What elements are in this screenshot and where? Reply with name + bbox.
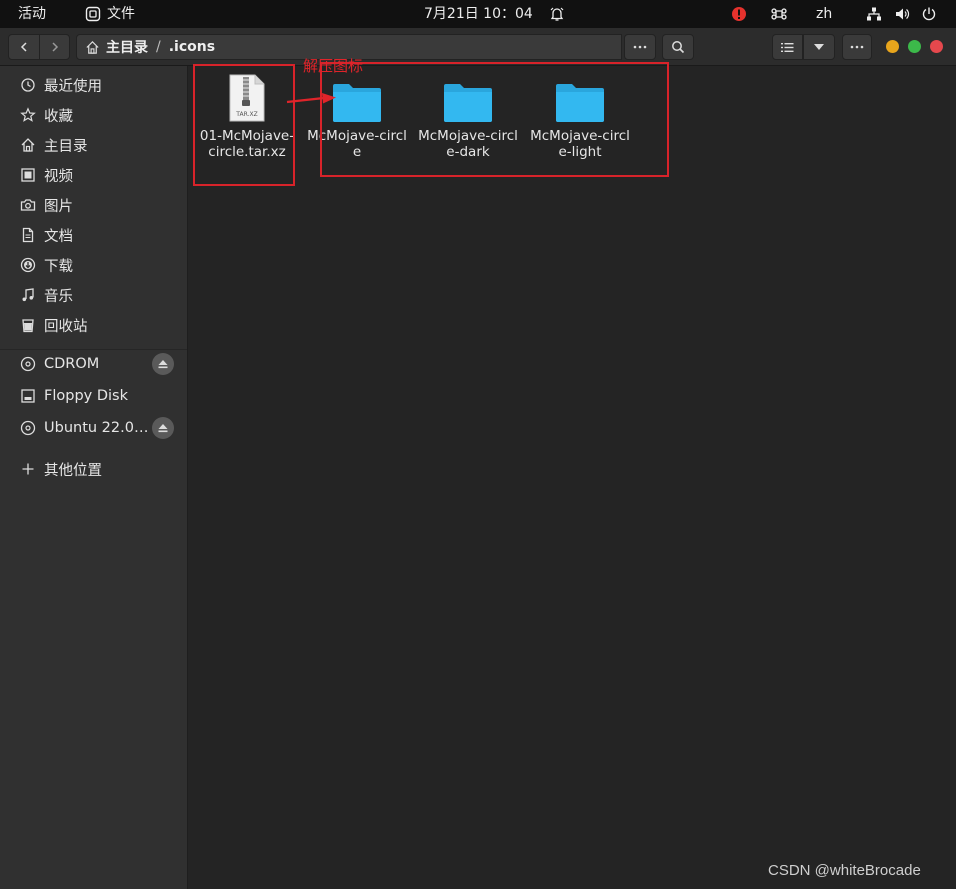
sidebar-item-label: 视频 (44, 168, 73, 185)
maximize-button[interactable] (908, 40, 921, 53)
annotation-box-folders (320, 62, 669, 177)
sidebar-item-videos[interactable]: 视频 (0, 160, 187, 190)
file-view: TAR.XZ 01-McMojave-circle.tar.xz McMojav… (188, 66, 956, 889)
sidebar-item-label: 文档 (44, 228, 73, 245)
alarm-icon[interactable] (548, 4, 566, 24)
chevron-right-icon (51, 42, 58, 52)
disc-icon (20, 420, 36, 436)
path-separator: / (156, 39, 161, 55)
sidebar-item-label: 回收站 (44, 318, 88, 335)
path-menu-button[interactable] (624, 34, 656, 60)
sidebar-item-label: 其他位置 (44, 462, 102, 479)
path-segment-home[interactable]: 主目录 (106, 37, 148, 57)
sidebar: 最近使用 收藏 主目录 视频 图片 文档 下载 音乐 回收站 CDROM Flo… (0, 66, 188, 889)
eject-icon (158, 424, 168, 433)
sidebar-item-label: Floppy Disk (44, 388, 128, 404)
view-options-button[interactable] (803, 34, 835, 60)
sidebar-item-label: CDROM (44, 356, 100, 372)
home-icon (20, 137, 36, 153)
input-method-indicator[interactable]: zh (816, 0, 832, 28)
header-bar: 主目录 / .icons (0, 28, 956, 66)
plus-icon (20, 461, 36, 477)
clock-icon (20, 77, 36, 93)
disc-icon (20, 356, 36, 372)
clock[interactable]: 7月21日 10：04 (424, 0, 533, 28)
close-button[interactable] (930, 40, 943, 53)
power-icon[interactable] (920, 4, 938, 24)
drive-icon (20, 388, 36, 404)
sidebar-item-label: 最近使用 (44, 78, 102, 95)
caret-down-icon (814, 44, 824, 50)
back-button[interactable] (8, 34, 40, 60)
eject-icon (158, 360, 168, 369)
home-icon (86, 40, 99, 54)
annotation-arrow-icon (286, 93, 336, 104)
forward-button[interactable] (39, 34, 70, 60)
sidebar-item-music[interactable]: 音乐 (0, 280, 187, 310)
sidebar-item-other-locations[interactable]: 其他位置 (0, 454, 187, 484)
sidebar-item-trash[interactable]: 回收站 (0, 310, 187, 340)
files-app-icon[interactable] (84, 4, 102, 24)
music-icon (20, 287, 36, 303)
sidebar-item-recent[interactable]: 最近使用 (0, 70, 187, 100)
annotation-label: 解压图标 (303, 57, 364, 75)
watermark: CSDN @whiteBrocade (768, 862, 921, 879)
sidebar-item-floppy[interactable]: Floppy Disk (0, 381, 187, 411)
sidebar-item-starred[interactable]: 收藏 (0, 100, 187, 130)
search-icon (672, 41, 685, 54)
video-icon (20, 167, 36, 183)
eject-button[interactable] (152, 417, 174, 439)
sidebar-item-label: 图片 (44, 198, 73, 215)
more-horizontal-icon (850, 45, 864, 49)
search-button[interactable] (662, 34, 694, 60)
error-icon[interactable] (730, 4, 748, 24)
sidebar-item-label: 收藏 (44, 108, 73, 125)
download-icon (20, 257, 36, 273)
path-segment-current[interactable]: .icons (169, 39, 215, 55)
list-icon (781, 42, 794, 52)
more-horizontal-icon (633, 45, 647, 49)
app-menu[interactable]: 文件 (107, 0, 135, 28)
minimize-button[interactable] (886, 40, 899, 53)
sidebar-item-pictures[interactable]: 图片 (0, 190, 187, 220)
sidebar-item-downloads[interactable]: 下载 (0, 250, 187, 280)
document-icon (20, 227, 36, 243)
network-icon[interactable] (865, 4, 883, 24)
annotation-box-archive (193, 64, 295, 186)
sidebar-item-label: 下载 (44, 258, 73, 275)
activities-button[interactable]: 活动 (18, 0, 46, 28)
sidebar-item-label: 音乐 (44, 288, 73, 305)
trash-icon (20, 317, 36, 333)
sidebar-item-label: Ubuntu 22.0… (44, 420, 149, 436)
eject-button[interactable] (152, 353, 174, 375)
top-panel: 活动 文件 7月21日 10：04 zh (0, 0, 956, 28)
star-icon (20, 107, 36, 123)
list-view-button[interactable] (772, 34, 803, 60)
volume-icon[interactable] (893, 4, 911, 24)
command-icon[interactable] (770, 4, 788, 24)
camera-icon (20, 197, 36, 213)
sidebar-item-label: 主目录 (44, 138, 88, 155)
main-menu-button[interactable] (842, 34, 872, 60)
sidebar-item-documents[interactable]: 文档 (0, 220, 187, 250)
chevron-left-icon (20, 42, 27, 52)
sidebar-item-home[interactable]: 主目录 (0, 130, 187, 160)
